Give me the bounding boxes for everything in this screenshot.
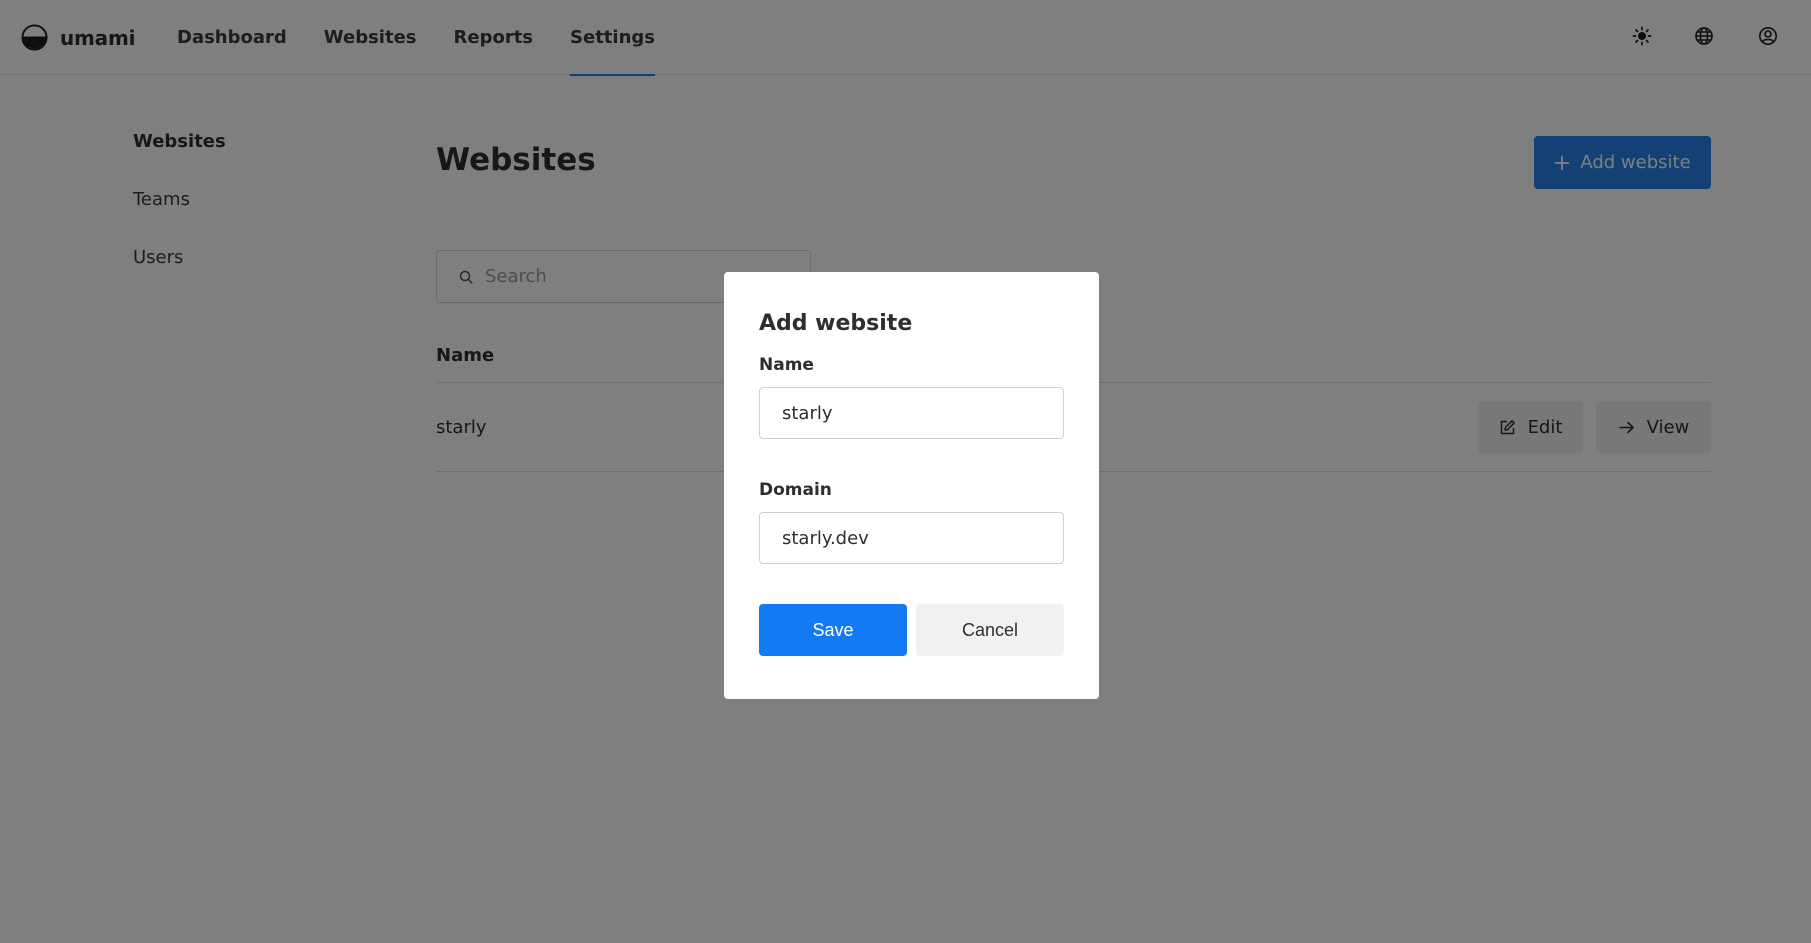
save-button[interactable]: Save [759, 604, 907, 656]
cancel-button[interactable]: Cancel [916, 604, 1064, 656]
dialog-title: Add website [759, 311, 913, 336]
name-field[interactable] [759, 387, 1064, 439]
app-root: umami Dashboard Websites Reports Setting… [0, 0, 1811, 943]
domain-field[interactable] [759, 512, 1064, 564]
domain-label: Domain [759, 480, 832, 500]
add-website-dialog: Add website Name Domain Save Cancel [724, 272, 1099, 699]
dialog-actions: Save Cancel [759, 604, 1064, 656]
name-label: Name [759, 355, 814, 375]
